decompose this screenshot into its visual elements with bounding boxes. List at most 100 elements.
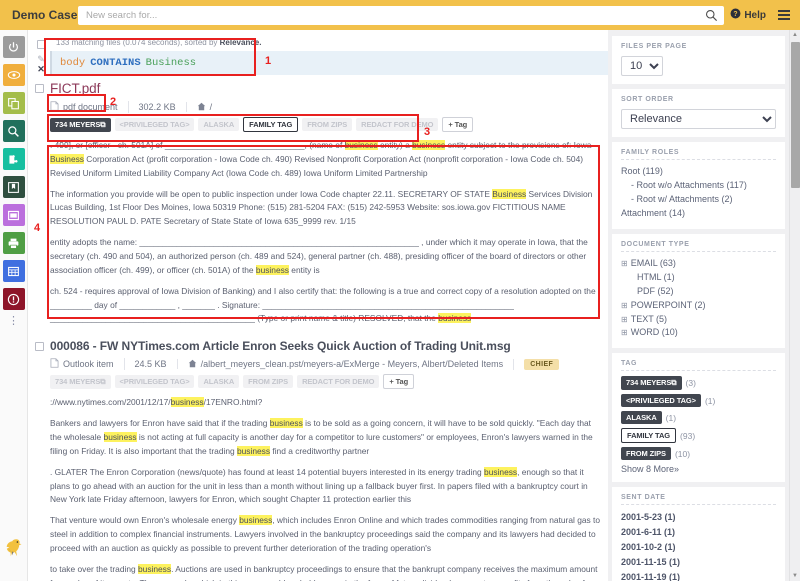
tag-facet-list: 734 MEYERS⧉ (3) <PRIVILEGED TAG> (1) ALASKA (… — [621, 376, 776, 460]
document-result-list: FICT.pdfpdf document302.2 KB/734 MEYERS⧉… — [28, 75, 608, 581]
sent-date-header: SENT DATE — [621, 494, 776, 505]
tag-count: (1) — [666, 413, 676, 423]
tag-badge[interactable]: FAMILY TAG — [621, 428, 676, 443]
sent-date-item[interactable]: 2001-6-11 (1) — [621, 525, 776, 540]
expand-icon[interactable]: ⊞ — [621, 315, 628, 324]
rail-item-grid-icon[interactable] — [3, 260, 25, 282]
document-type-item[interactable]: ⊞WORD (10) — [621, 326, 776, 340]
rail-item-copy-icon[interactable] — [3, 92, 25, 114]
document-tag[interactable]: 734 MEYERS⧉ — [50, 118, 111, 132]
add-tag-button[interactable]: + Tag — [383, 374, 414, 389]
rail-item-window-icon[interactable] — [3, 204, 25, 226]
question-circle-icon: ? — [730, 8, 741, 22]
rail-item-power-icon[interactable] — [3, 36, 25, 58]
family-roles-panel: FAMILY ROLES Root (119)- Root w/o Attach… — [612, 142, 785, 229]
family-role-item[interactable]: Root (119) — [621, 165, 776, 179]
page-scrollbar[interactable]: ▲ ▼ — [789, 30, 800, 581]
top-header-bar: Demo Case ? Help — [0, 0, 800, 30]
family-role-item[interactable]: - Root w/ Attachments (2) — [621, 193, 776, 207]
document-type-item[interactable]: HTML (1) — [621, 271, 776, 285]
document-card: FICT.pdfpdf document302.2 KB/734 MEYERS⧉… — [28, 75, 608, 326]
document-tag[interactable]: 734 MEYERS⧉ — [50, 375, 111, 389]
tag-badge[interactable]: <PRIVILEGED TAG> — [621, 394, 701, 407]
query-expression-bar[interactable]: body CONTAINS Business — [50, 51, 608, 75]
sent-date-panel: SENT DATE 2001-5-23 (1)2001-6-11 (1)2001… — [612, 487, 785, 581]
tag-facet-item[interactable]: ALASKA (1) — [621, 411, 776, 424]
tag-count: (10) — [675, 449, 690, 459]
help-button[interactable]: ? Help — [730, 8, 766, 22]
search-icon[interactable] — [705, 9, 718, 27]
document-title[interactable]: FICT.pdf — [50, 81, 100, 96]
document-path: /albert_meyers_clean.pst/meyers-a/ExMerg… — [178, 359, 515, 370]
snippet-paragraph: The information you provide will be open… — [50, 188, 600, 230]
rail-item-bookmark-icon[interactable] — [3, 176, 25, 198]
document-type-item[interactable]: ⊞EMAIL (63) — [621, 257, 776, 271]
document-snippet: ://www.nytimes.com/2001/12/17/business/1… — [50, 396, 608, 581]
scroll-up-arrow[interactable]: ▲ — [792, 32, 798, 38]
close-icon[interactable]: ✕ — [37, 65, 45, 73]
snippet-paragraph: . GLATER The Enron Corporation (news/quo… — [50, 466, 600, 508]
rail-item-alert-icon[interactable] — [3, 288, 25, 310]
snippet-paragraph: ch. 524 - requires approval of Iowa Divi… — [50, 285, 600, 327]
document-type: Outlook item — [50, 358, 125, 370]
sent-date-item[interactable]: 2001-11-15 (1) — [621, 555, 776, 570]
document-tag[interactable]: FAMILY TAG — [243, 117, 298, 132]
document-type-item[interactable]: ⊞TEXT (5) — [621, 313, 776, 327]
tag-facet-item[interactable]: FROM ZIPS (10) — [621, 447, 776, 460]
hamburger-icon[interactable] — [778, 10, 790, 20]
sent-date-item[interactable]: 2001-11-19 (1) — [621, 570, 776, 581]
document-type-item[interactable]: ⊞POWERPOINT (2) — [621, 299, 776, 313]
document-checkbox[interactable] — [35, 342, 44, 351]
scroll-down-arrow[interactable]: ▼ — [792, 573, 798, 579]
match-sort-text: Relevance. — [220, 38, 262, 47]
tag-badge[interactable]: FROM ZIPS — [621, 447, 671, 460]
document-tag[interactable]: <PRIVILEGED TAG> — [115, 118, 195, 131]
document-path: / — [187, 102, 223, 113]
global-search-box[interactable] — [78, 6, 724, 25]
sent-date-item[interactable]: 2001-10-2 (1) — [621, 540, 776, 555]
rail-item-puzzle-icon[interactable] — [3, 148, 25, 170]
family-role-item[interactable]: Attachment (14) — [621, 207, 776, 221]
pencil-icon[interactable]: ✎ — [37, 55, 45, 63]
tag-count: (1) — [705, 396, 715, 406]
document-type-item[interactable]: PDF (52) — [621, 285, 776, 299]
more-vertical-icon[interactable]: ⋮ — [8, 319, 19, 323]
rail-item-search-icon[interactable] — [3, 120, 25, 142]
document-tag[interactable]: <PRIVILEGED TAG> — [115, 375, 195, 388]
tag-count: (3) — [686, 378, 696, 388]
tag-facet-item[interactable]: <PRIVILEGED TAG> (1) — [621, 394, 776, 407]
scrollbar-thumb[interactable] — [791, 42, 800, 188]
tag-header: TAG — [621, 360, 776, 371]
annotation-num-3: 3 — [424, 126, 430, 138]
family-role-item[interactable]: - Root w/o Attachments (117) — [621, 179, 776, 193]
snippet-paragraph: entity adopts the name: ________________… — [50, 236, 600, 278]
tag-show-more[interactable]: Show 8 More» — [621, 464, 776, 474]
sort-order-select[interactable]: RelevanceDateSizeName — [621, 109, 776, 129]
document-checkbox[interactable] — [35, 84, 44, 93]
document-tag[interactable]: FROM ZIPS — [243, 375, 293, 388]
tag-badge[interactable]: ALASKA — [621, 411, 662, 424]
tag-badge[interactable]: 734 MEYERS⧉ — [621, 376, 682, 390]
document-type-list: ⊞EMAIL (63)HTML (1)PDF (52)⊞POWERPOINT (… — [621, 257, 776, 341]
document-tag[interactable]: REDACT FOR DEMO — [297, 375, 379, 388]
svg-text:?: ? — [734, 11, 738, 18]
expand-icon[interactable]: ⊞ — [621, 328, 628, 337]
document-tag[interactable]: ALASKA — [198, 375, 239, 388]
expand-icon[interactable]: ⊞ — [621, 301, 628, 310]
rail-item-eye-icon[interactable] — [3, 64, 25, 86]
files-per-page-select[interactable]: 102550100 — [621, 56, 663, 76]
expand-icon[interactable]: ⊞ — [621, 259, 628, 268]
tag-panel: TAG 734 MEYERS⧉(3)<PRIVILEGED TAG>(1)ALA… — [612, 353, 785, 482]
tag-facet-item[interactable]: FAMILY TAG(93) — [621, 428, 776, 443]
search-input[interactable] — [78, 7, 724, 24]
add-tag-button[interactable]: + Tag — [442, 117, 473, 132]
document-tag[interactable]: ALASKA — [198, 118, 239, 131]
document-title[interactable]: 000086 - FW NYTimes.com Article Enron Se… — [50, 339, 511, 353]
tag-facet-item[interactable]: 734 MEYERS⧉ (3) — [621, 376, 776, 390]
document-tag[interactable]: FROM ZIPS — [302, 118, 352, 131]
rail-item-printer-icon[interactable] — [3, 232, 25, 254]
document-badge-cell: CHIEF — [514, 359, 569, 370]
query-controls: ✎ ✕ — [32, 38, 50, 75]
select-all-checkbox[interactable] — [37, 40, 46, 49]
sent-date-item[interactable]: 2001-5-23 (1) — [621, 510, 776, 525]
